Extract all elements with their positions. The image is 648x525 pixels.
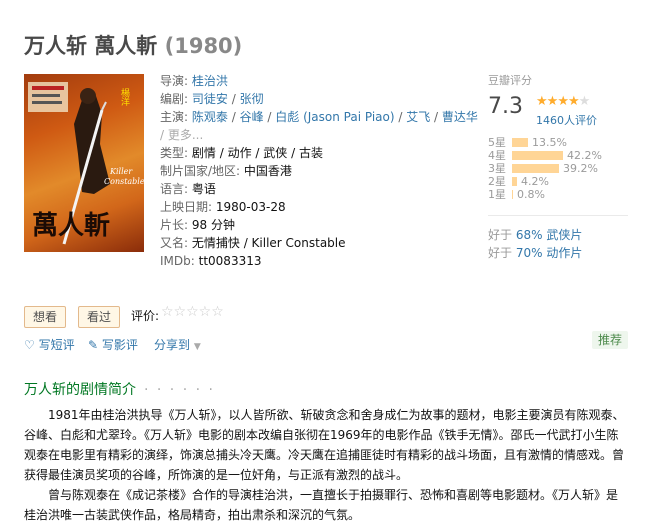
imdb-label: IMDb:	[160, 254, 195, 268]
cast-link[interactable]: 曹达华	[442, 110, 478, 124]
page-title: 万人斩 萬人斬 (1980)	[24, 30, 242, 60]
better-than-2: 好于 70% 动作片	[488, 246, 583, 260]
language-row: 语言: 粤语	[160, 180, 460, 198]
star-icon: ★	[557, 94, 569, 109]
want-to-watch-button[interactable]: 想看	[24, 306, 67, 328]
rate-label: 评价:	[131, 309, 160, 323]
rating-bar	[512, 177, 517, 186]
country-label: 制片国家/地区:	[160, 164, 241, 178]
release-value: 1980-03-28	[215, 200, 286, 214]
rating-bar-row: 2星 4.2%	[488, 175, 549, 188]
director-link[interactable]: 桂治洪	[192, 74, 228, 88]
rating-bar	[512, 164, 559, 173]
share-link[interactable]: 分享到	[154, 338, 190, 352]
genre-label: 类型:	[160, 146, 189, 160]
summary-paragraph: 曾与陈观泰在《成记茶楼》合作的导演桂治洪，一直擅长于拍摄罪行、恐怖和喜剧等电影题…	[24, 488, 619, 522]
runtime-row: 片长: 98 分钟	[160, 216, 460, 234]
country-value: 中国香港	[243, 164, 292, 178]
country-row: 制片国家/地区: 中国香港	[160, 162, 460, 180]
cast-row: 主演: 陈观泰 / 谷峰 / 白彪 (Jason Pai Piao) / 艾飞 …	[160, 110, 478, 124]
aka-value: 无情捕快 / Killer Constable	[191, 236, 346, 250]
writer-row: 编剧: 司徒安 / 张彻	[160, 92, 264, 106]
language-label: 语言:	[160, 182, 189, 196]
imdb-row: IMDb: tt0083313	[160, 252, 460, 270]
genre-value: 古装	[298, 146, 323, 160]
imdb-value: tt0083313	[198, 254, 262, 268]
summary-paragraph: 1981年由桂治洪执导《万人斩》，以人皆所欲、斩破贪念和舍身成仁为故事的题材，电…	[24, 408, 625, 482]
votes-link[interactable]: 1460人评价	[536, 112, 597, 128]
rating-score: 7.3	[488, 94, 523, 119]
star-empty-icon: ★	[578, 94, 591, 109]
cast-link[interactable]: 白彪 (Jason Pai Piao)	[275, 110, 394, 124]
summary-title: 万人斩的剧情简介	[24, 382, 136, 398]
release-label: 上映日期:	[160, 200, 213, 214]
more-cast-link[interactable]: / 更多...	[160, 128, 203, 142]
half-star-icon: ★	[567, 94, 580, 109]
genre-row: 类型: 剧情 / 动作 / 武侠 / 古装	[160, 146, 323, 160]
writer-link[interactable]: 张彻	[240, 92, 264, 106]
rating-bar-row: 1星 0.8%	[488, 188, 545, 201]
rating-bar-row: 4星 42.2%	[488, 149, 602, 162]
rating-bar	[512, 190, 513, 199]
writer-link[interactable]: 司徒安	[192, 92, 228, 106]
director-label: 导演:	[160, 74, 189, 88]
writer-label: 编剧:	[160, 92, 189, 106]
comment-icon: ♡	[24, 338, 35, 352]
movie-info: 导演: 桂治洪 编剧: 司徒安 / 张彻 主演: 陈观泰 / 谷峰 / 白彪 (…	[160, 72, 478, 270]
cast-link[interactable]: 谷峰	[240, 110, 264, 124]
better-than-link[interactable]: 68% 武侠片	[516, 228, 583, 242]
genre-value: 剧情	[191, 146, 216, 160]
rating-distribution: 5星 13.5% 4星 42.2% 3星 39.2% 2星 4.2% 1星 0.8%	[488, 136, 628, 201]
language-value: 粤语	[191, 182, 216, 196]
summary-body: 1981年由桂治洪执导《万人斩》，以人皆所欲、斩破贪念和舍身成仁为故事的题材，电…	[24, 405, 628, 525]
movie-year: (1980)	[164, 34, 243, 58]
star-icon: ★	[546, 94, 559, 109]
poster-top-name: 楊洋	[119, 88, 130, 107]
cast-link[interactable]: 艾飞	[406, 110, 430, 124]
aka-label: 又名:	[160, 236, 189, 250]
director-row: 导演: 桂治洪	[160, 72, 460, 90]
poster-english-title-2: Constable	[104, 177, 144, 186]
rating-bar-row: 3星 39.2%	[488, 162, 598, 175]
watched-button[interactable]: 看过	[78, 306, 121, 328]
runtime-value: 98 分钟	[191, 218, 235, 232]
poster-image[interactable]: 楊洋 Killer Constable 萬人斬	[24, 74, 144, 252]
poster-art: 楊洋 Killer Constable 萬人斬	[28, 82, 144, 245]
pencil-icon: ✎	[88, 338, 99, 352]
movie-title: 万人斩 萬人斬	[24, 34, 158, 58]
poster-calligraphy: 萬人斬	[32, 211, 110, 241]
rating-divider	[488, 215, 628, 216]
better-than-1: 好于 68% 武侠片	[488, 228, 583, 242]
review-link[interactable]: 写影评	[102, 338, 138, 352]
aka-row: 又名: 无情捕快 / Killer Constable	[160, 234, 460, 252]
rating-header: 豆瓣评分	[488, 74, 532, 87]
share-menu[interactable]: 分享到 ▼	[154, 336, 201, 356]
rating-bar	[512, 138, 528, 147]
rate-stars-input[interactable]: ☆☆☆☆☆	[161, 304, 224, 320]
poster-english-title-1: Killer	[109, 167, 133, 176]
cast-label: 主演:	[160, 110, 189, 124]
better-than-link[interactable]: 70% 动作片	[516, 246, 583, 260]
short-review-link[interactable]: 写短评	[39, 338, 75, 352]
more-cast-row: / 更多...	[160, 126, 460, 144]
write-short-review[interactable]: ♡ 写短评	[24, 336, 75, 354]
cast-link[interactable]: 陈观泰	[192, 110, 228, 124]
write-review[interactable]: ✎ 写影评	[88, 336, 138, 354]
genre-value: 动作	[227, 146, 252, 160]
rating-bar-row: 5星 13.5%	[488, 136, 567, 149]
recommend-button[interactable]: 推荐	[592, 331, 629, 349]
genre-value: 武侠	[263, 146, 288, 160]
summary-heading: 万人斩的剧情简介 · · · · · ·	[24, 379, 215, 399]
runtime-label: 片长:	[160, 218, 189, 232]
summary-dots: · · · · · ·	[144, 382, 215, 398]
rating-panel: 豆瓣评分 7.3 ★★★★★ 1460人评价 5星 13.5% 4星 42.2% 3…	[488, 72, 628, 262]
chevron-down-icon: ▼	[193, 342, 201, 352]
release-row: 上映日期: 1980-03-28	[160, 198, 460, 216]
rating-stars: ★★★★★	[536, 94, 591, 109]
star-icon: ★	[536, 94, 548, 109]
rating-bar	[512, 151, 563, 160]
